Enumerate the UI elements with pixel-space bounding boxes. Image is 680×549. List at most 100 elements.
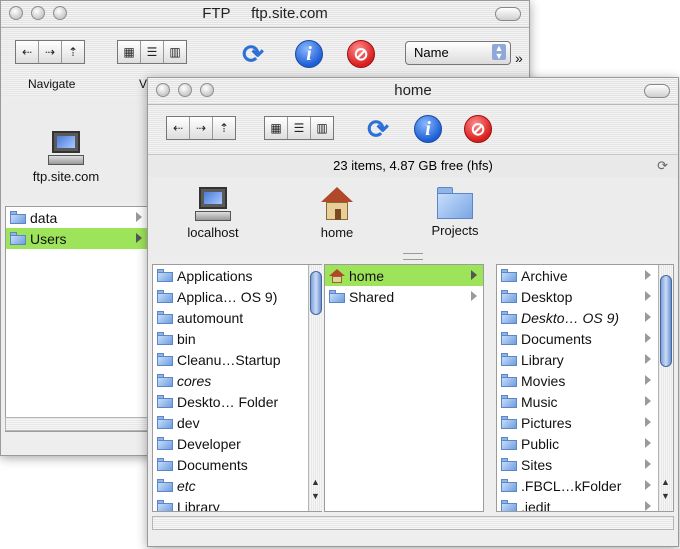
disclosure-arrow-icon — [645, 396, 651, 406]
list-item[interactable]: Deskto… Folder — [153, 391, 321, 412]
column-view-icon[interactable]: ▥ — [164, 41, 186, 63]
list-item[interactable]: Documents — [497, 328, 673, 349]
folder-icon — [501, 437, 517, 450]
column-3-scrollbar[interactable]: ▲ ▼ — [658, 265, 673, 511]
column-view-icon[interactable]: ▥ — [311, 117, 333, 139]
folder-icon — [501, 311, 517, 324]
sort-select[interactable]: Name ▲ ▼ — [405, 41, 511, 65]
browser-horizontal-scrollbar[interactable] — [152, 516, 674, 530]
scroll-up-arrow-icon[interactable]: ▲ — [661, 477, 670, 487]
view-segment: ▦ ☰ ▥ — [264, 116, 334, 140]
list-item-label: Documents — [177, 456, 248, 473]
folder-icon — [437, 187, 473, 219]
disclosure-arrow-icon — [645, 417, 651, 427]
list-item[interactable]: data — [6, 207, 148, 228]
list-item[interactable]: Users — [6, 228, 148, 249]
up-icon[interactable]: ⇡ — [213, 117, 235, 139]
home-icon — [329, 268, 345, 283]
list-item[interactable]: home — [325, 265, 483, 286]
disclosure-arrow-icon — [645, 438, 651, 448]
refresh-icon[interactable]: ⟳ — [239, 39, 267, 69]
list-item[interactable]: Cleanu…Startup — [153, 349, 321, 370]
list-item[interactable]: Desktop — [497, 286, 673, 307]
up-icon[interactable]: ⇡ — [62, 41, 84, 63]
scroll-thumb[interactable] — [660, 275, 672, 367]
list-item[interactable]: Applications — [153, 265, 321, 286]
list-item-label: dev — [177, 414, 200, 431]
column-1-scrollbar[interactable]: ▲ ▼ — [308, 265, 323, 511]
view-segment: ▦ ☰ ▥ — [117, 40, 187, 64]
list-item[interactable]: cores — [153, 370, 321, 391]
list-view-icon[interactable]: ☰ — [288, 117, 311, 139]
scroll-thumb[interactable] — [310, 271, 322, 315]
server-label: ftp.site.com — [32, 169, 100, 184]
info-icon[interactable]: i — [414, 115, 442, 143]
list-item-label: data — [30, 209, 58, 226]
list-item[interactable]: bin — [153, 328, 321, 349]
scroll-up-arrow-icon[interactable]: ▲ — [311, 477, 320, 487]
list-item[interactable]: Library — [153, 496, 321, 512]
folder-icon — [501, 290, 517, 303]
toolbar-toggle-button[interactable] — [495, 7, 521, 21]
info-icon[interactable]: i — [295, 40, 323, 68]
list-item[interactable]: automount — [153, 307, 321, 328]
list-item[interactable]: Applica… OS 9) — [153, 286, 321, 307]
folder-icon — [157, 290, 173, 303]
folder-icon — [157, 416, 173, 429]
list-item[interactable]: .FBCL…kFolder — [497, 475, 673, 496]
icon-view-icon[interactable]: ▦ — [265, 117, 288, 139]
list-item[interactable]: Documents — [153, 454, 321, 475]
computer-icon — [48, 131, 84, 165]
toolbar-toggle-button[interactable] — [644, 84, 670, 98]
list-item[interactable]: Sites — [497, 454, 673, 475]
shelf-item-localhost[interactable]: localhost — [168, 187, 258, 240]
refresh-icon[interactable]: ⟳ — [364, 114, 392, 144]
window-subtitle-text: ftp.site.com — [251, 5, 328, 22]
list-item[interactable]: dev — [153, 412, 321, 433]
list-item[interactable]: etc — [153, 475, 321, 496]
folder-icon — [157, 269, 173, 282]
folder-icon — [501, 269, 517, 282]
disclosure-arrow-icon — [645, 312, 651, 322]
list-item[interactable]: Library — [497, 349, 673, 370]
list-item-label: Public — [521, 435, 560, 452]
back-icon[interactable]: ⇠ — [16, 41, 39, 63]
disclosure-arrow-icon — [645, 354, 651, 364]
ftp-server-item[interactable]: ftp.site.com — [21, 131, 111, 184]
list-item[interactable]: Pictures — [497, 412, 673, 433]
list-item[interactable]: Movies — [497, 370, 673, 391]
scroll-down-arrow-icon[interactable]: ▼ — [661, 491, 670, 501]
list-item-label: Developer — [177, 435, 241, 452]
forward-icon[interactable]: ⇢ — [39, 41, 62, 63]
list-item-label: .iedit — [521, 498, 551, 512]
list-view-icon[interactable]: ☰ — [141, 41, 164, 63]
sort-select-value: Name — [414, 45, 449, 60]
shelf-resize-handle[interactable] — [403, 253, 423, 260]
disclosure-arrow-icon — [645, 375, 651, 385]
home-window-titlebar[interactable]: home — [148, 78, 678, 105]
ftp-window-titlebar[interactable]: FTP ftp.site.com — [1, 1, 529, 28]
forward-icon[interactable]: ⇢ — [190, 117, 213, 139]
icon-view-icon[interactable]: ▦ — [118, 41, 141, 63]
folder-icon — [501, 416, 517, 429]
stop-icon[interactable]: ⊘ — [347, 40, 375, 68]
home-toolbar: ⇠ ⇢ ⇡ ▦ ☰ ▥ ⟳ i ⊘ — [148, 105, 678, 153]
scroll-down-arrow-icon[interactable]: ▼ — [311, 491, 320, 501]
computer-icon — [195, 187, 231, 221]
shelf-item-label: localhost — [187, 225, 239, 240]
toolbar-overflow-icon[interactable]: » — [515, 50, 523, 66]
stop-icon[interactable]: ⊘ — [464, 115, 492, 143]
list-item[interactable]: Deskto… OS 9) — [497, 307, 673, 328]
list-item-label: Library — [521, 351, 564, 368]
shelf-item-projects[interactable]: Projects — [410, 187, 500, 238]
list-item[interactable]: Archive — [497, 265, 673, 286]
shelf-item-home[interactable]: home — [292, 187, 382, 240]
list-item[interactable]: Shared — [325, 286, 483, 307]
list-item[interactable]: Music — [497, 391, 673, 412]
list-item[interactable]: Developer — [153, 433, 321, 454]
list-item[interactable]: .iedit — [497, 496, 673, 512]
list-item[interactable]: Public — [497, 433, 673, 454]
back-icon[interactable]: ⇠ — [167, 117, 190, 139]
list-item-label: Library — [177, 498, 220, 512]
ftp-horizontal-scrollbar[interactable] — [5, 417, 149, 431]
